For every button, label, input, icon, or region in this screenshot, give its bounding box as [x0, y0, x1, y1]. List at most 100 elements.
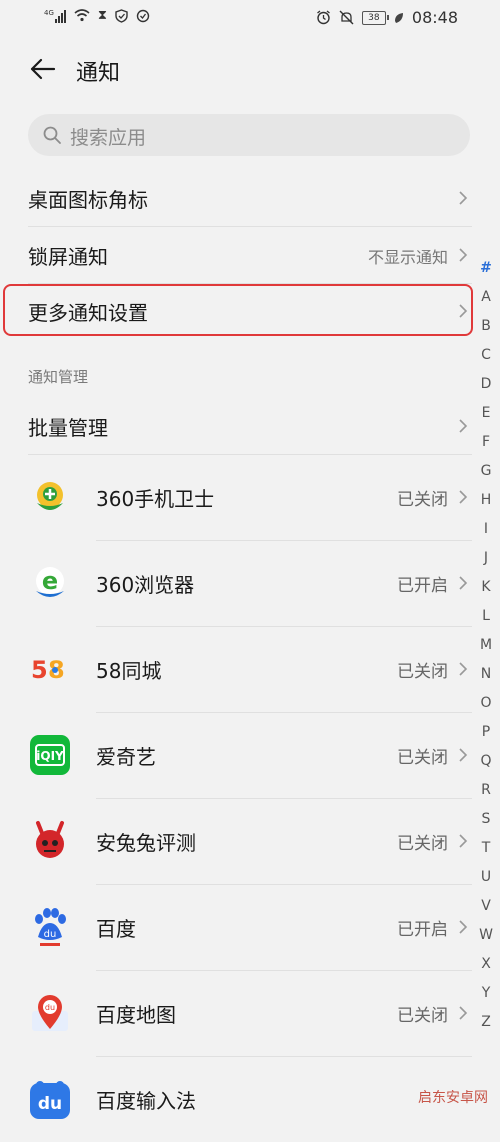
360-security-icon	[37, 482, 63, 510]
alarm-icon	[316, 10, 330, 25]
index-letter[interactable]: U	[476, 863, 496, 892]
app-name: 360手机卫士	[96, 487, 215, 511]
chevron-right-icon	[459, 576, 468, 590]
app-row-baidu-input[interactable]: du 百度输入法	[28, 1057, 472, 1142]
chevron-right-icon	[459, 419, 468, 433]
app-name: 百度输入法	[96, 1089, 196, 1113]
index-letter[interactable]: R	[476, 776, 496, 805]
app-name: 百度地图	[96, 1003, 176, 1027]
app-status: 已关闭	[397, 662, 448, 682]
highlight-box	[3, 284, 473, 336]
index-letter[interactable]: M	[476, 631, 496, 660]
app-name: 爱奇艺	[96, 745, 156, 769]
app-row-antutu[interactable]: 安兔兔评测 已关闭	[28, 799, 472, 884]
back-arrow-icon[interactable]	[28, 55, 56, 83]
svg-text:du: du	[44, 929, 57, 940]
index-letter[interactable]: Y	[476, 979, 496, 1008]
index-letter[interactable]: K	[476, 573, 496, 602]
chevron-right-icon	[459, 490, 468, 504]
360-browser-icon: e	[36, 567, 64, 597]
leaf-icon	[394, 12, 403, 23]
search-input[interactable]: 搜索应用	[28, 114, 470, 156]
svg-text:e: e	[42, 567, 58, 595]
index-letter[interactable]: V	[476, 892, 496, 921]
index-letter[interactable]: C	[476, 341, 496, 370]
signal-icon: 4G	[44, 9, 66, 23]
index-letter[interactable]: O	[476, 689, 496, 718]
index-letter[interactable]: F	[476, 428, 496, 457]
lockscreen-setting-label: 锁屏通知	[28, 245, 108, 269]
index-letter[interactable]: T	[476, 834, 496, 863]
status-left: 4G ⧗	[44, 8, 150, 23]
index-letter[interactable]: J	[476, 544, 496, 573]
badge-setting-row[interactable]: 桌面图标角标	[28, 170, 472, 226]
index-letter[interactable]: L	[476, 602, 496, 631]
status-bar: 4G ⧗ 38 08:48	[0, 0, 500, 38]
baidu-icon: du	[35, 908, 66, 946]
index-letter[interactable]: G	[476, 457, 496, 486]
index-letter[interactable]: I	[476, 515, 496, 544]
svg-text:du: du	[38, 1094, 62, 1114]
svg-text:5: 5	[31, 656, 48, 684]
app-name: 360浏览器	[96, 573, 195, 597]
app-status: 已关闭	[397, 490, 448, 510]
index-letter[interactable]: E	[476, 399, 496, 428]
58-icon: 58	[31, 656, 65, 684]
badge-setting-label: 桌面图标角标	[28, 188, 148, 212]
wifi-icon	[74, 9, 90, 22]
status-right: 38 08:48	[316, 8, 458, 27]
antutu-icon	[36, 821, 64, 858]
lockscreen-setting-row[interactable]: 锁屏通知 不显示通知	[28, 227, 472, 283]
app-row-baidu[interactable]: du 百度 已开启	[28, 885, 472, 970]
index-letter[interactable]: Q	[476, 747, 496, 776]
chevron-right-icon	[459, 834, 468, 848]
shield-icon	[115, 8, 128, 23]
hourglass-icon: ⧗	[97, 8, 108, 23]
app-row-iqiyi[interactable]: iQIY 爱奇艺 已关闭	[28, 713, 472, 798]
batch-manage-label: 批量管理	[28, 416, 108, 440]
svg-text:iQIY: iQIY	[36, 749, 64, 763]
chevron-right-icon	[459, 248, 468, 262]
app-status: 已开启	[397, 576, 448, 596]
app-row-360-browser[interactable]: e 360浏览器 已开启	[28, 541, 472, 626]
chevron-right-icon	[459, 920, 468, 934]
section-title: 通知管理	[28, 368, 89, 386]
chevron-right-icon	[459, 1006, 468, 1020]
app-row-58[interactable]: 58 58同城 已关闭	[28, 627, 472, 712]
baidu-map-icon: du	[32, 995, 68, 1031]
watermark: 启东安卓网	[418, 1090, 488, 1106]
index-letter[interactable]: B	[476, 312, 496, 341]
index-letter[interactable]: P	[476, 718, 496, 747]
app-status: 已关闭	[397, 834, 448, 854]
iqiyi-icon: iQIY	[30, 735, 70, 775]
svg-text:du: du	[45, 1003, 55, 1012]
mute-icon	[339, 10, 354, 25]
vpn-icon	[136, 9, 150, 22]
index-letter[interactable]: Z	[476, 1008, 496, 1037]
app-status: 已关闭	[397, 1006, 448, 1026]
index-letter[interactable]: #	[476, 254, 496, 283]
index-letter[interactable]: N	[476, 660, 496, 689]
battery-level: 38	[368, 12, 380, 23]
search-placeholder: 搜索应用	[70, 127, 147, 149]
chevron-right-icon	[459, 191, 468, 205]
index-letter[interactable]: D	[476, 370, 496, 399]
batch-manage-row[interactable]: 批量管理	[28, 398, 472, 454]
app-row-baidu-map[interactable]: du 百度地图 已关闭	[28, 971, 472, 1056]
app-name: 安兔兔评测	[96, 831, 196, 855]
app-status: 已关闭	[397, 748, 448, 768]
app-status: 已开启	[397, 920, 448, 940]
search-icon	[43, 126, 61, 144]
chevron-right-icon	[459, 662, 468, 676]
battery-icon: 38	[361, 10, 389, 25]
app-name: 百度	[96, 917, 136, 941]
index-letter[interactable]: S	[476, 805, 496, 834]
app-header: 通知	[0, 45, 500, 95]
index-letter[interactable]: W	[476, 921, 496, 950]
index-letter[interactable]: X	[476, 950, 496, 979]
alphabet-index[interactable]: # A B C D E F G H I J K L M N O P Q R S T U V W X Y Z	[476, 254, 496, 1037]
index-letter[interactable]: H	[476, 486, 496, 515]
clock: 08:48	[411, 8, 458, 27]
index-letter[interactable]: A	[476, 283, 496, 312]
app-row-360-security[interactable]: 360手机卫士 已关闭	[28, 455, 472, 540]
